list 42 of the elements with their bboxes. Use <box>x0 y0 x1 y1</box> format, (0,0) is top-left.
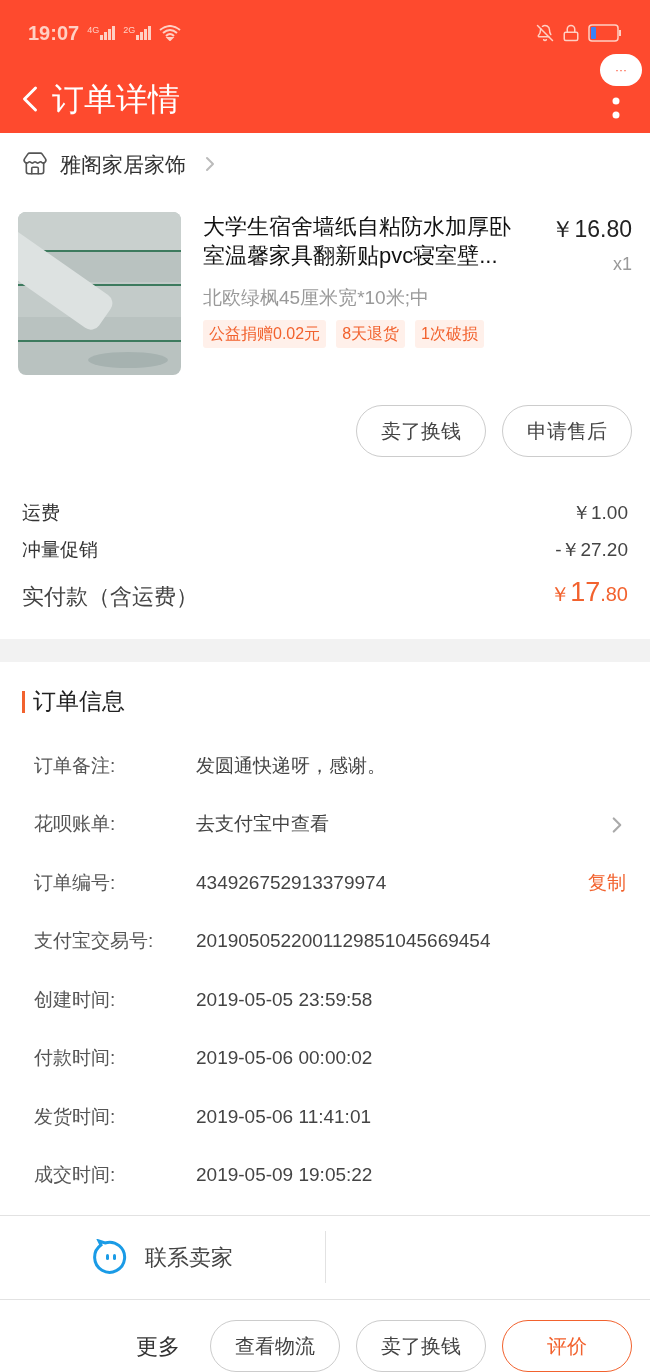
info-label: 发货时间: <box>34 1104 117 1129</box>
shop-name[interactable]: 雅阁家居家饰 <box>60 148 186 181</box>
product-title[interactable]: 大学生宿舍墙纸自粘防水加厚卧室温馨家具翻新贴pvc寝室壁... <box>203 212 525 278</box>
info-value[interactable]: 去支付宝中查看 <box>196 810 604 839</box>
fee-value: ￥1.00 <box>572 501 628 526</box>
info-value: 2019-05-09 19:05:22 <box>196 1163 374 1188</box>
info-label: 支付宝交易号: <box>34 929 155 954</box>
fee-value: -￥27.20 <box>555 537 628 562</box>
info-value: 2019050522001129851045669454 <box>196 929 492 954</box>
service-tag: 8天退货 <box>336 320 406 349</box>
section-title: 订单信息 <box>33 687 125 717</box>
info-label: 订单编号: <box>34 870 117 895</box>
shop-icon <box>22 151 48 178</box>
fee-label: 冲量促销 <box>22 537 98 562</box>
info-value: 2019-05-06 00:00:02 <box>196 1046 374 1071</box>
info-value: 434926752913379974 <box>196 870 388 895</box>
info-label: 花呗账单: <box>34 812 117 837</box>
product-quantity: x1 <box>613 252 632 276</box>
page-title: 订单详情 <box>52 80 180 120</box>
wifi-icon <box>159 25 182 41</box>
product-price: ￥16.80 <box>551 215 632 245</box>
more-label[interactable]: 更多 <box>136 1329 180 1363</box>
info-value: 发圆通快递呀，感谢。 <box>196 753 387 778</box>
status-time: 19:07 <box>28 21 80 46</box>
more-bubble[interactable]: ··· <box>600 54 642 86</box>
lock-icon <box>562 24 580 42</box>
chat-bubble-icon <box>92 1239 129 1276</box>
info-value: 2019-05-05 23:59:58 <box>196 987 374 1012</box>
mute-icon <box>536 24 554 42</box>
product-sku: 北欧绿枫45厘米宽*10米;中 <box>203 285 430 310</box>
total-amount: ￥17.80 <box>550 576 628 610</box>
info-label: 创建时间: <box>34 987 117 1012</box>
info-label: 成交时间: <box>34 1163 117 1188</box>
info-label: 订单备注: <box>34 753 117 778</box>
fee-label: 运费 <box>22 501 60 526</box>
info-label: 付款时间: <box>34 1046 117 1071</box>
total-label: 实付款（含运费） <box>22 582 198 611</box>
service-tag: 1次破损 <box>415 320 484 349</box>
service-tag: 公益捐赠0.02元 <box>203 320 327 349</box>
info-value: 2019-05-06 11:41:01 <box>196 1104 373 1129</box>
contact-seller[interactable]: 联系卖家 <box>144 1240 233 1274</box>
battery-icon <box>588 24 622 42</box>
